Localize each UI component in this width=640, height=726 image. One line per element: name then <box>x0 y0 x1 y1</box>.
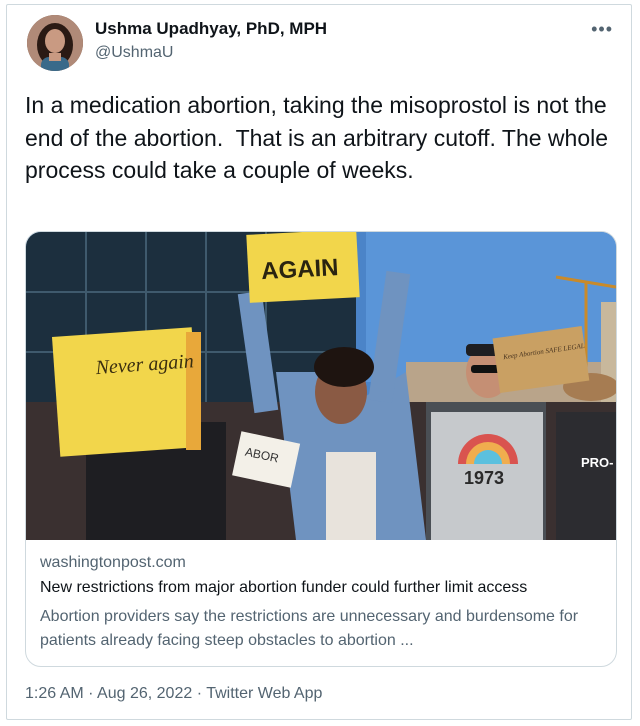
avatar[interactable] <box>27 15 83 71</box>
avatar-image <box>27 15 83 71</box>
meta-separator: · <box>196 685 203 702</box>
tweet-text: In a medication abortion, taking the mis… <box>25 92 615 184</box>
card-title: New restrictions from major abortion fun… <box>40 579 528 596</box>
tweet-card: Ushma Upadhyay, PhD, MPH @UshmaU ••• In … <box>6 4 632 720</box>
tweet-source[interactable]: Twitter Web App <box>206 685 322 702</box>
author-handle[interactable]: @UshmaU <box>95 44 173 62</box>
tweet-time[interactable]: 1:26 AM <box>25 685 84 702</box>
card-domain: washingtonpost.com <box>40 554 186 571</box>
tweet-date[interactable]: Aug 26, 2022 <box>97 685 192 702</box>
shirt-text-1973: 1973 <box>464 468 504 488</box>
card-description: Abortion providers say the restrictions … <box>40 608 579 649</box>
author-name[interactable]: Ushma Upadhyay, PhD, MPH <box>95 19 327 39</box>
sign-text-again: AGAIN <box>261 254 340 285</box>
link-card[interactable]: Never again AGAIN ABOR PRO- 1973 Keep Ab… <box>25 231 617 667</box>
card-image: Never again AGAIN ABOR PRO- 1973 Keep Ab… <box>26 232 616 540</box>
more-options-icon[interactable]: ••• <box>591 19 613 40</box>
sign-text-pro: PRO- <box>581 455 614 470</box>
tweet-meta: 1:26 AM · Aug 26, 2022 · Twitter Web App <box>25 685 322 703</box>
meta-separator: · <box>88 685 94 702</box>
